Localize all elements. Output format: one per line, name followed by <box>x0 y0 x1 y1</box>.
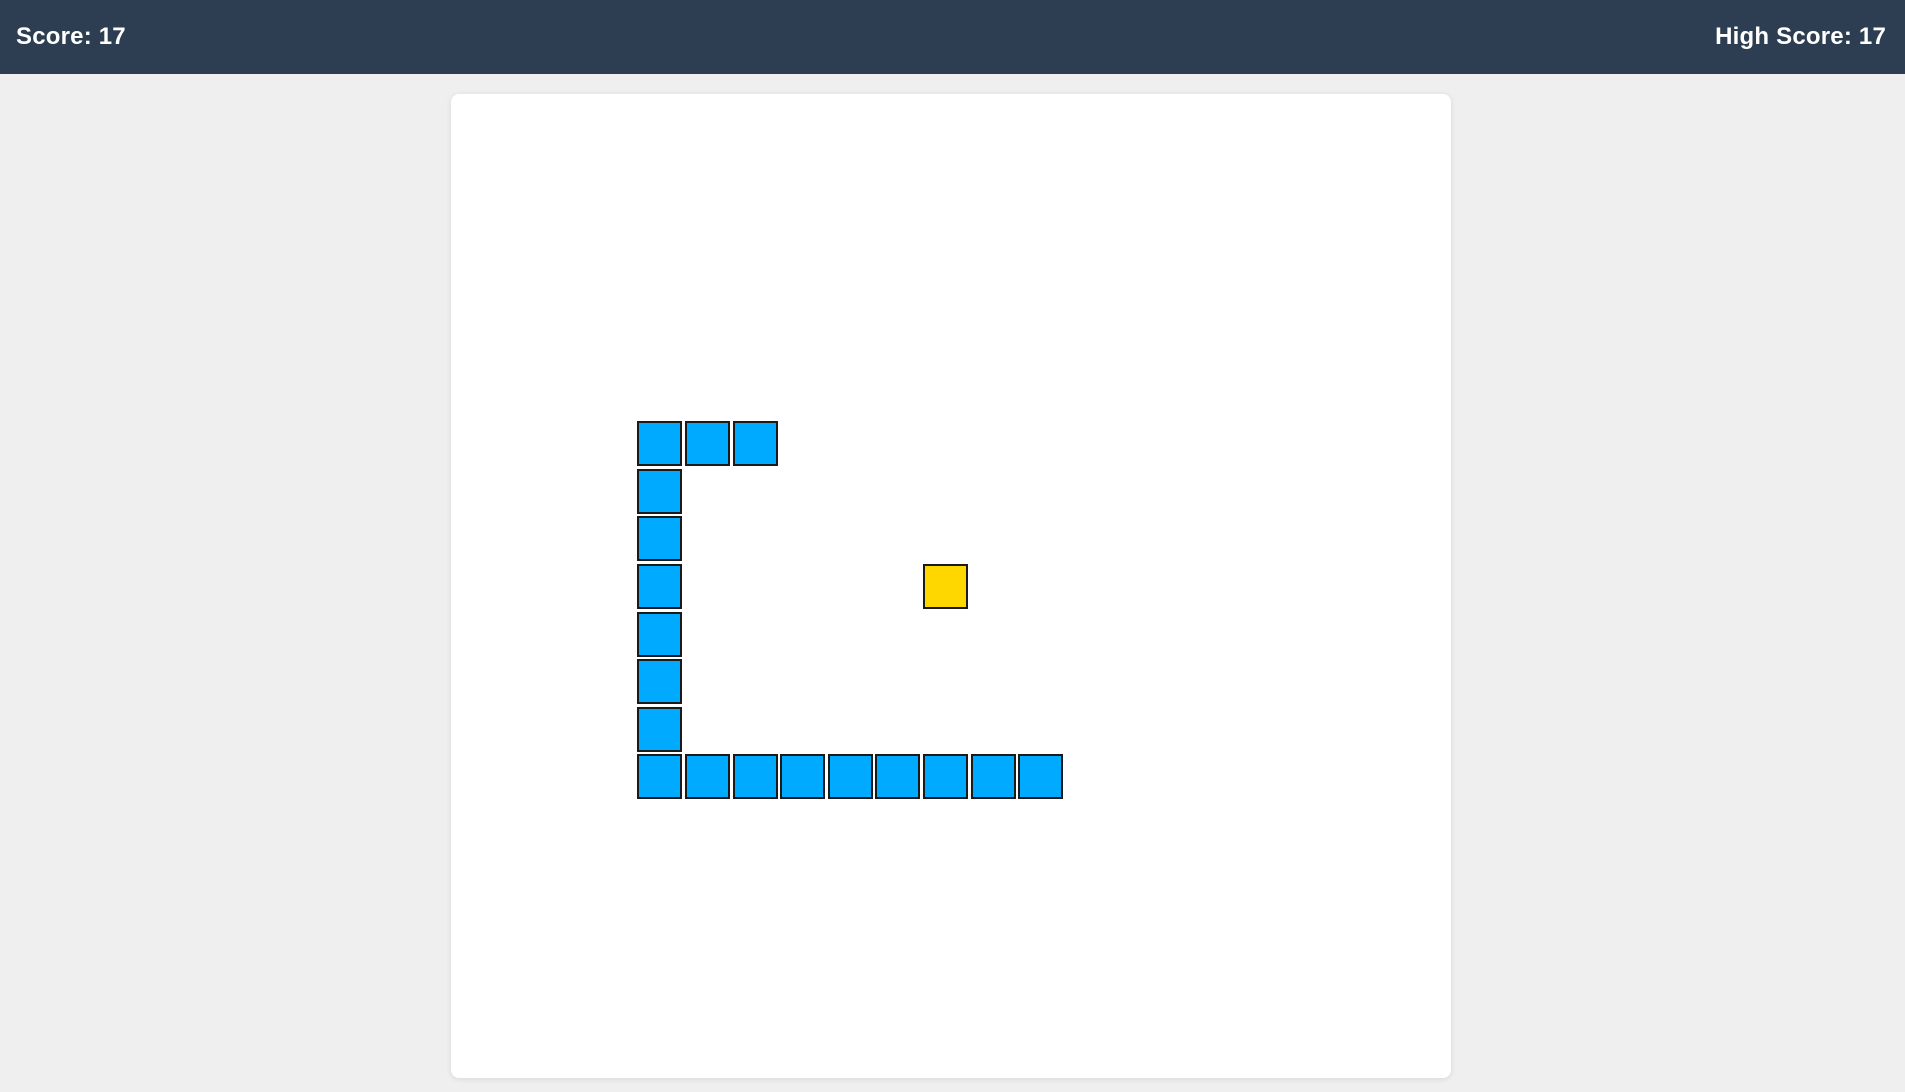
snake-segment <box>827 754 873 800</box>
top-bar: Score: 17 High Score: 17 <box>0 0 1905 74</box>
snake-segment <box>637 516 683 562</box>
snake-segment <box>732 421 778 467</box>
score-display: Score: 17 <box>16 23 126 50</box>
snake-segment <box>637 706 683 752</box>
snake-segment <box>637 421 683 467</box>
game-board[interactable] <box>451 94 1451 1078</box>
snake-segment <box>970 754 1016 800</box>
snake-segment <box>1018 754 1064 800</box>
snake-segment <box>923 754 968 800</box>
snake-segment <box>637 659 683 705</box>
food-item <box>923 564 968 609</box>
snake-segment <box>780 754 826 800</box>
snake-segment <box>685 754 730 800</box>
snake-segment <box>637 468 683 514</box>
snake-segment <box>732 754 778 800</box>
snake-segment <box>685 421 730 467</box>
snake-segment <box>875 754 921 800</box>
snake-segment <box>637 564 683 609</box>
snake-segment <box>637 611 683 657</box>
high-score-display: High Score: 17 <box>1715 23 1886 50</box>
snake-segment <box>637 754 683 800</box>
